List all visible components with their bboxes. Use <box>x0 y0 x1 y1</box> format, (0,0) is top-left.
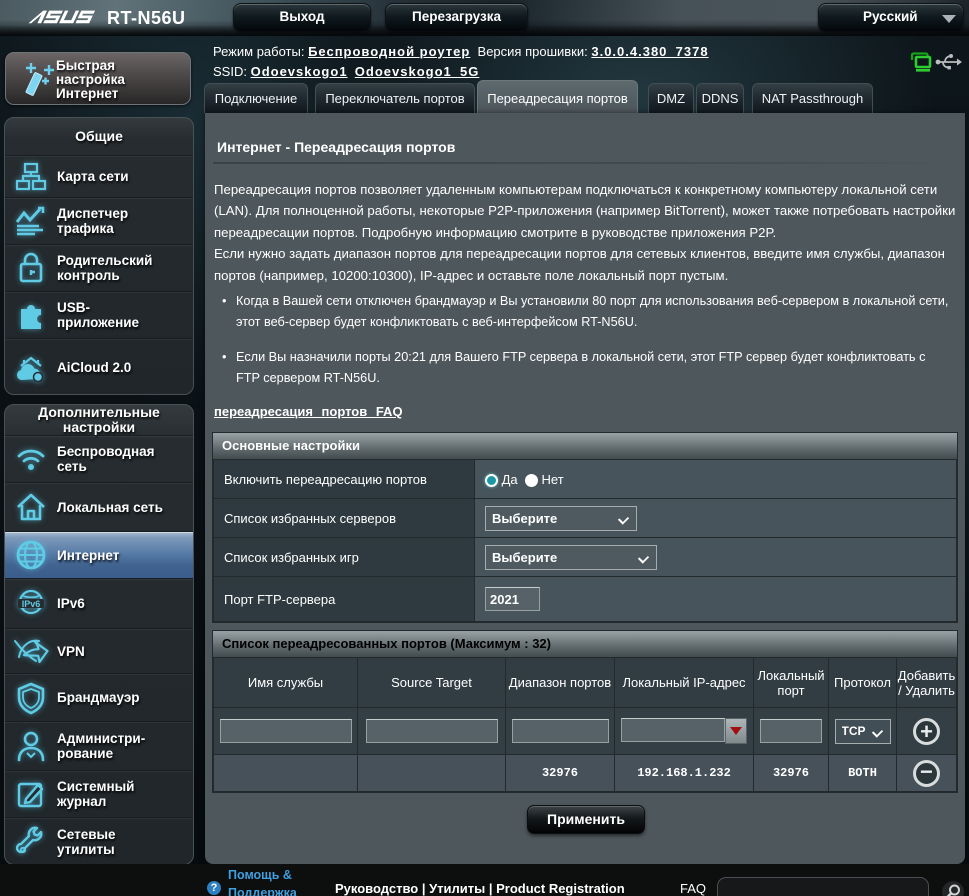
svg-text:IPv6: IPv6 <box>22 599 41 609</box>
